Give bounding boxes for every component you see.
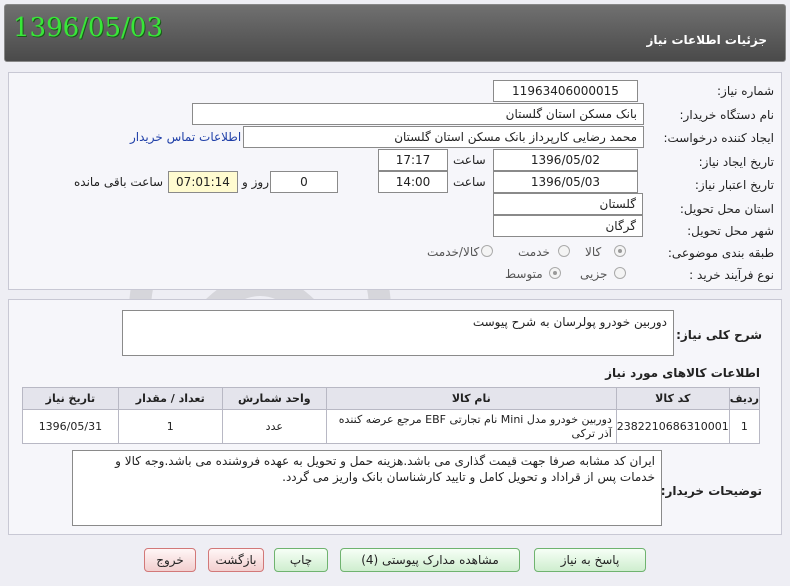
process-radio-minor[interactable] [614,267,626,279]
items-title: اطلاعات کالاهای مورد نیاز [605,366,760,380]
summary-textarea[interactable]: دوربین خودرو پولرسان به شرح پیوست [122,310,674,356]
remaining-label: ساعت باقی مانده [74,175,164,189]
reply-button[interactable]: پاسخ به نیاز [534,548,646,572]
need-number-label: شماره نیاز: [717,84,774,98]
print-button[interactable]: چاپ [274,548,328,572]
process-option-minor: جزیی [580,267,608,281]
cell-date: 1396/05/31 [22,409,119,444]
contact-info-link[interactable]: اطلاعات تماس خریدار [130,130,241,144]
cell-unit: عدد [221,409,327,444]
items-table: ردیف کد کالا نام کالا واحد شمارش تعداد /… [22,387,761,444]
col-code-header: کد کالا [615,387,730,410]
days-label: روز و [242,175,269,189]
back-button[interactable]: بازگشت [208,548,264,572]
process-radio-medium[interactable] [549,267,561,279]
category-radio-service[interactable] [558,245,570,257]
cell-code: 2382210686310001 [615,409,730,444]
province-label: استان محل تحویل: [679,202,774,216]
attachments-button[interactable]: مشاهده مدارک پیوستی (4) [340,548,520,572]
summary-label: شرح کلی نیاز: [676,328,762,342]
requester-field: محمد رضایی کارپرداز بانک مسکن استان گلست… [243,126,644,148]
table-row: 1 2382210686310001 دوربین خودرو مدل Mini… [22,409,761,444]
notes-textarea[interactable]: ایران کد مشابه صرفا جهت قیمت گذاری می با… [72,450,662,526]
exit-button[interactable]: خروج [144,548,196,572]
requester-label: ایجاد کننده درخواست: [663,131,774,145]
created-time-label: ساعت [453,153,486,167]
items-header-row: ردیف کد کالا نام کالا واحد شمارش تعداد /… [22,387,761,410]
cell-row: 1 [728,409,761,444]
created-time-field: 17:17 [378,149,448,171]
col-date-header: تاریخ نیاز [22,387,119,410]
category-radio-goods[interactable] [614,245,626,257]
page-title: جزئیات اطلاعات نیاز [646,33,767,47]
col-qty-header: تعداد / مقدار [117,387,223,410]
days-field: 0 [270,171,338,193]
header-bar: 1396/05/03 جزئیات اطلاعات نیاز [4,4,786,62]
created-date-label: تاریخ ایجاد نیاز: [698,155,774,169]
remaining-time-field: 07:01:14 [168,171,238,193]
need-number-field: 11963406000015 [493,80,638,102]
validity-time-field: 14:00 [378,171,448,193]
process-option-medium: متوسط [505,267,543,281]
header-date: 1396/05/03 [13,13,163,43]
col-row-header: ردیف [728,387,761,410]
validity-date-field: 1396/05/03 [493,171,638,193]
created-date-field: 1396/05/02 [493,149,638,171]
category-label: طبقه بندی موضوعی: [667,246,774,260]
col-name-header: نام کالا [325,387,617,410]
city-label: شهر محل تحویل: [687,224,774,238]
buyer-org-label: نام دستگاه خریدار: [679,108,775,122]
validity-time-label: ساعت [453,175,486,189]
cell-qty: 1 [117,409,223,444]
city-field: گرگان [493,215,643,237]
validity-date-label: تاریخ اعتبار نیاز: [694,178,774,192]
category-option-both: کالا/خدمت [427,245,480,259]
category-radio-both[interactable] [481,245,493,257]
items-table-wrap: ردیف کد کالا نام کالا واحد شمارش تعداد /… [22,387,761,444]
cell-name: دوربین خودرو مدل Mini نام تجارتی EBF مرج… [325,409,617,444]
process-type-label: نوع فرآیند خرید : [689,268,774,282]
category-option-goods: کالا [585,245,602,259]
notes-label: توضیحات خریدار: [660,484,762,498]
col-unit-header: واحد شمارش [221,387,327,410]
province-field: گلستان [493,193,643,215]
buyer-org-field: بانک مسکن استان گلستان [192,103,644,125]
category-option-service: خدمت [518,245,550,259]
